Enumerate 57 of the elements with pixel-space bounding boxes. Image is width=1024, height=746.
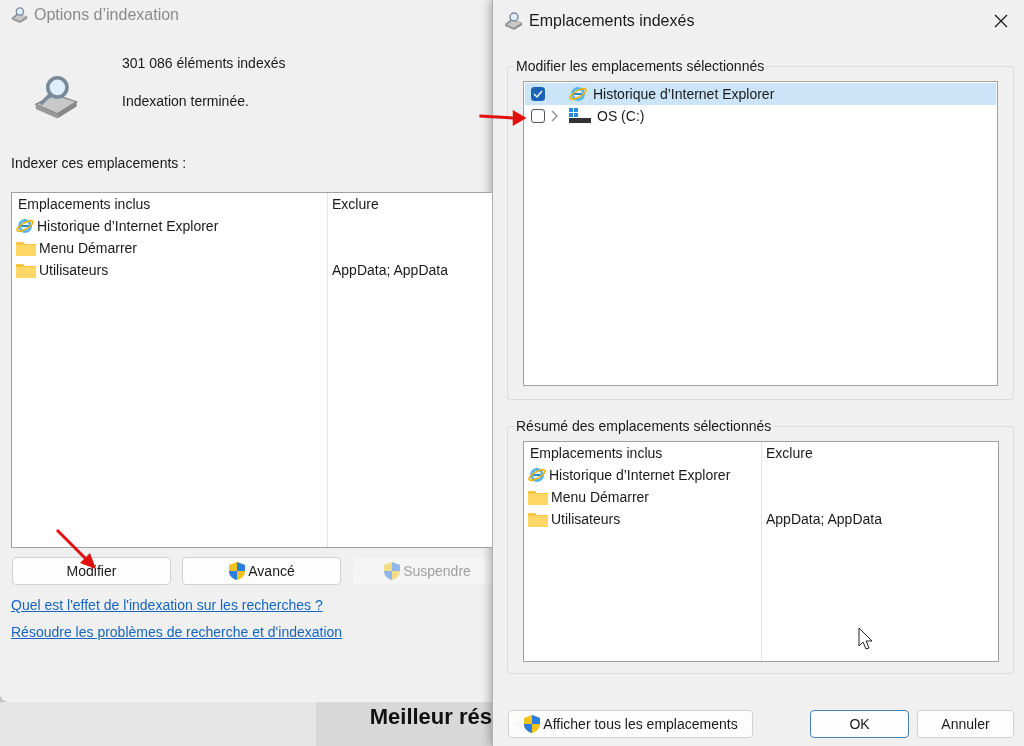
action-button[interactable]: Modifier bbox=[12, 557, 171, 585]
index-status: Indexation terminée. bbox=[121, 93, 250, 109]
shield-icon bbox=[228, 561, 247, 581]
location-label: Menu Démarrer bbox=[551, 489, 650, 505]
tree-label: OS (C:) bbox=[597, 108, 645, 124]
location-label: Utilisateurs bbox=[39, 262, 109, 278]
annotation-arrow bbox=[478, 108, 528, 128]
checkbox[interactable] bbox=[531, 109, 545, 123]
folder-icon bbox=[16, 262, 36, 278]
drive-magnifier-icon bbox=[503, 11, 523, 31]
close-icon bbox=[994, 14, 1008, 28]
dialog-title: Emplacements indexés bbox=[529, 12, 695, 30]
tree-item[interactable]: OS (C:) bbox=[525, 105, 996, 127]
column-header[interactable]: Exclure bbox=[761, 442, 998, 464]
drive-magnifier-icon bbox=[10, 6, 28, 24]
checkbox[interactable] bbox=[531, 87, 545, 101]
column-header[interactable]: Exclure bbox=[327, 193, 492, 215]
globe-e-icon bbox=[569, 85, 587, 103]
mouse-cursor-icon bbox=[858, 627, 874, 651]
folder-icon bbox=[528, 511, 548, 527]
globe-e-icon bbox=[528, 466, 546, 484]
window-title: Options d’indexation bbox=[34, 6, 179, 24]
group-label: Résumé des emplacements sélectionnés bbox=[514, 418, 774, 434]
location-name[interactable]: Menu Démarrer bbox=[12, 237, 327, 259]
location-label: Historique d’Internet Explorer bbox=[37, 218, 219, 234]
location-name[interactable]: Utilisateurs bbox=[12, 259, 327, 281]
location-label: Utilisateurs bbox=[551, 511, 621, 527]
tree-item[interactable]: Historique d’Internet Explorer bbox=[525, 83, 996, 105]
dialog-button[interactable]: Afficher tous les emplacements bbox=[508, 710, 753, 738]
action-button[interactable]: Avancé bbox=[182, 557, 341, 585]
help-link[interactable]: Quel est l'effet de l'indexation sur les recherches ? bbox=[11, 597, 323, 613]
expand-chevron-icon[interactable] bbox=[551, 110, 559, 122]
column-header[interactable]: Emplacements inclus bbox=[524, 442, 761, 464]
dialog-button[interactable]: Annuler bbox=[917, 710, 1014, 738]
shield-icon bbox=[523, 714, 542, 734]
background-heading: Meilleur rés bbox=[369, 704, 492, 730]
help-link[interactable]: Résoudre les problèmes de recherche et d'indexation bbox=[11, 624, 343, 640]
column-header[interactable]: Emplacements inclus bbox=[12, 193, 327, 215]
location-label: Historique d’Internet Explorer bbox=[549, 467, 731, 483]
location-label: Menu Démarrer bbox=[39, 240, 138, 256]
globe-e-icon bbox=[16, 217, 34, 235]
folder-icon bbox=[528, 489, 548, 505]
location-name[interactable]: Historique d’Internet Explorer bbox=[12, 215, 327, 237]
group-label: Modifier les emplacements sélectionnés bbox=[514, 58, 767, 74]
exclude-cell-text: AppData; AppData bbox=[765, 510, 883, 529]
location-name[interactable]: Historique d’Internet Explorer bbox=[524, 464, 761, 486]
tree-label: Historique d’Internet Explorer bbox=[593, 86, 775, 102]
exclude-cell-text: AppData; AppData bbox=[331, 261, 449, 280]
index-status: 301 086 éléments indexés bbox=[121, 55, 287, 71]
shield-icon bbox=[383, 561, 402, 581]
drive-icon bbox=[569, 108, 591, 124]
location-name[interactable]: Menu Démarrer bbox=[524, 486, 761, 508]
check-icon bbox=[533, 90, 543, 98]
dialog-button[interactable]: OK bbox=[810, 710, 909, 738]
section-label: Indexer ces emplacements : bbox=[11, 155, 188, 171]
folder-icon bbox=[16, 240, 36, 256]
location-name[interactable]: Utilisateurs bbox=[524, 508, 761, 530]
